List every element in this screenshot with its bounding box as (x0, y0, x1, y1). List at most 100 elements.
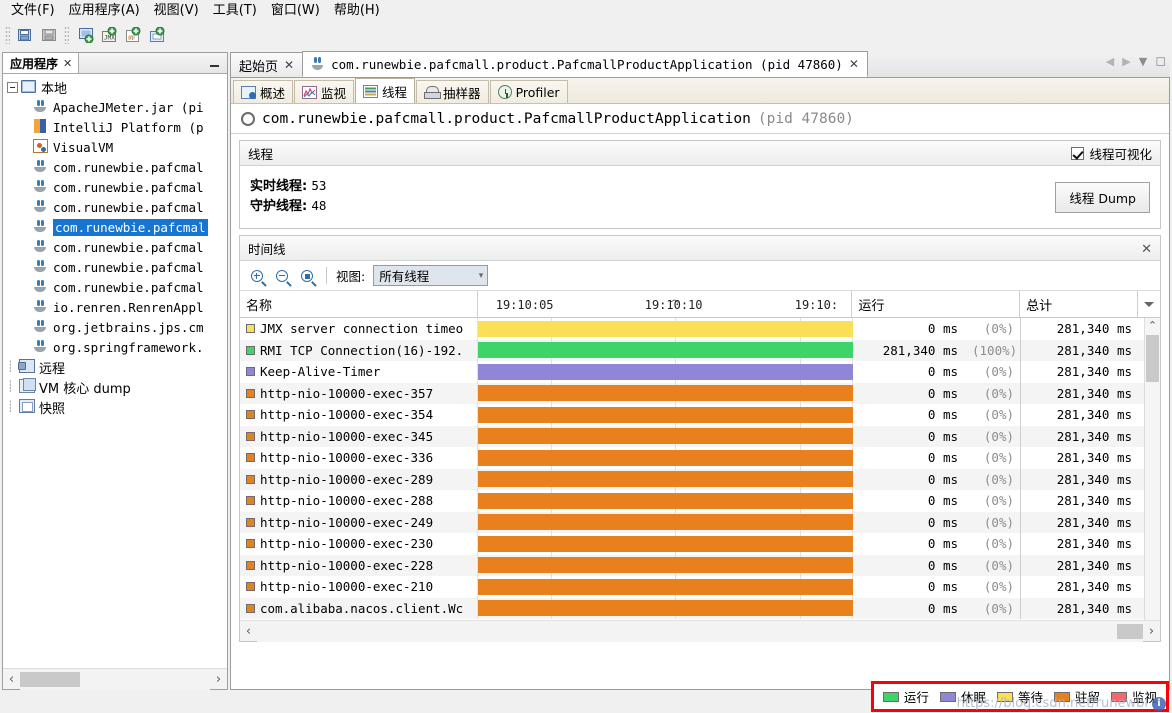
menu-applications[interactable]: 应用程序(A) (62, 1, 147, 21)
tree-item-2[interactable]: IntelliJ Platform (p (3, 117, 227, 137)
table-row[interactable]: com.alibaba.nacos.client.Wc 0 ms (0%) 281,3… (240, 597, 1144, 619)
tree-item-4[interactable]: com.runewbie.pafcmal (3, 157, 227, 177)
load-heap-dump-icon[interactable]: 01 (121, 24, 143, 46)
thread-timeline-cell[interactable] (478, 576, 853, 598)
toolbar-grip-2[interactable] (64, 26, 69, 44)
column-header-running[interactable]: 运行 (852, 291, 1021, 317)
thread-timeline-cell[interactable] (478, 447, 853, 469)
menu-file[interactable]: 文件(F) (4, 1, 62, 21)
zoom-in-icon[interactable] (246, 265, 267, 286)
tree-item-9[interactable]: com.runewbie.pafcmal (3, 257, 227, 277)
column-header-timeline[interactable]: 19:10:05 ︿ 19:10:10 19:10: (478, 291, 853, 317)
table-row[interactable]: http-nio-10000-exec-228 0 ms (0%) 281,340 m… (240, 554, 1144, 576)
running-time-value: 0 ms (927, 514, 958, 530)
subtab-overview[interactable]: 概述 (233, 80, 294, 103)
table-row[interactable]: JMX server connection timeo 0 ms (0%) 281,3… (240, 318, 1144, 340)
thread-timeline-cell[interactable] (478, 533, 853, 555)
timeline-scroll-track[interactable] (257, 620, 1143, 642)
toolbar-grip[interactable] (5, 26, 10, 44)
table-row[interactable]: RMI TCP Connection(16)-192. 281,340 ms (10… (240, 339, 1144, 361)
thread-timeline-cell[interactable] (478, 404, 853, 426)
table-row[interactable]: http-nio-10000-exec-289 0 ms (0%) 281,340 m… (240, 468, 1144, 490)
tree-item-5[interactable]: com.runewbie.pafcmal (3, 177, 227, 197)
table-row[interactable]: http-nio-10000-exec-345 0 ms (0%) 281,340 m… (240, 425, 1144, 447)
table-row[interactable]: http-nio-10000-exec-357 0 ms (0%) 281,340 m… (240, 382, 1144, 404)
tab-list-dropdown-icon[interactable]: ▼ (1139, 56, 1147, 67)
thread-timeline-cell[interactable] (478, 318, 853, 340)
chevron-down-icon: ▾ (478, 270, 484, 281)
menu-tools[interactable]: 工具(T) (206, 1, 264, 21)
add-jmx-connection-icon[interactable]: JMX (97, 24, 119, 46)
tab-applications[interactable]: 应用程序 ✕ (3, 53, 80, 73)
thread-dump-button[interactable]: 线程 Dump (1055, 182, 1150, 213)
save-file-icon[interactable] (38, 24, 60, 46)
open-file-icon[interactable] (14, 24, 36, 46)
scroll-up-icon[interactable]: ⌃ (1145, 318, 1160, 333)
table-row[interactable]: http-nio-10000-exec-249 0 ms (0%) 281,340 m… (240, 511, 1144, 533)
thread-timeline-cell[interactable] (478, 468, 853, 490)
scroll-right-icon[interactable]: › (1143, 624, 1160, 639)
thread-timeline-cell[interactable] (478, 339, 853, 361)
subtab-monitor[interactable]: 监视 (294, 80, 355, 103)
tree-item-14[interactable]: ┊ 远程 (3, 357, 227, 377)
subtab-profiler[interactable]: Profiler (489, 80, 568, 103)
tree-item-15[interactable]: ┊ VM 核心 dump (3, 377, 227, 397)
tree-item-10[interactable]: com.runewbie.pafcmal (3, 277, 227, 297)
tree-item-16[interactable]: ┊ 快照 (3, 397, 227, 417)
menu-window[interactable]: 窗口(W) (264, 1, 327, 21)
scroll-tabs-left-icon[interactable]: ◀ (1106, 56, 1114, 67)
add-snapshot-icon[interactable] (145, 24, 167, 46)
close-icon[interactable]: ✕ (1141, 242, 1152, 255)
tree-item-0[interactable]: 本地 (3, 77, 227, 97)
table-row[interactable]: Keep-Alive-Timer 0 ms (0%) 281,340 ms (240, 361, 1144, 383)
thread-timeline-bar (478, 535, 853, 552)
table-row[interactable]: http-nio-10000-exec-210 0 ms (0%) 281,340 m… (240, 576, 1144, 598)
running-time-cell: 0 ms (0%) (853, 597, 1021, 619)
timeline-scroll-thumb[interactable] (1117, 623, 1143, 639)
table-row[interactable]: http-nio-10000-exec-354 0 ms (0%) 281,340 m… (240, 404, 1144, 426)
tab-pafcmall-product-application[interactable]: com.runewbie.pafcmall.product.PafcmallPr… (302, 51, 868, 77)
close-icon[interactable]: ✕ (849, 57, 859, 71)
tree-expander-icon[interactable] (7, 81, 18, 93)
table-row[interactable]: http-nio-10000-exec-336 0 ms (0%) 281,340 m… (240, 447, 1144, 469)
thread-timeline-cell[interactable] (478, 511, 853, 533)
scroll-left-icon[interactable]: ‹ (240, 624, 257, 639)
thread-timeline-cell[interactable] (478, 490, 853, 512)
table-row[interactable]: http-nio-10000-exec-288 0 ms (0%) 281,340 m… (240, 490, 1144, 512)
zoom-fit-icon[interactable] (296, 265, 317, 286)
tree-item-7[interactable]: com.runewbie.pafcmal (3, 217, 227, 237)
thread-visualization-checkbox[interactable]: 线程可视化 (1071, 144, 1152, 163)
thread-timeline-cell[interactable] (478, 361, 853, 383)
view-select[interactable]: 所有线程 ▾ (373, 265, 489, 286)
thread-timeline-cell[interactable] (478, 554, 853, 576)
zoom-out-icon[interactable] (271, 265, 292, 286)
thread-timeline-cell[interactable] (478, 382, 853, 404)
close-icon[interactable]: ✕ (284, 58, 294, 72)
tree-item-1[interactable]: ApacheJMeter.jar (pi (3, 97, 227, 117)
maximize-window-icon[interactable]: ◻ (1155, 55, 1166, 68)
scroll-tabs-right-icon[interactable]: ▶ (1122, 56, 1130, 67)
timeline-horizontal-scrollbar[interactable]: ‹ › (240, 620, 1160, 642)
close-icon[interactable]: ✕ (63, 57, 72, 70)
thread-timeline-cell[interactable] (478, 597, 853, 619)
table-vertical-scrollbar[interactable]: ⌃ (1144, 318, 1160, 620)
vertical-scroll-thumb[interactable] (1146, 335, 1159, 382)
tree-item-11[interactable]: io.renren.RenrenAppl (3, 297, 227, 317)
tree-item-12[interactable]: org.jetbrains.jps.cm (3, 317, 227, 337)
tree-item-8[interactable]: com.runewbie.pafcmal (3, 237, 227, 257)
thread-timeline-cell[interactable] (478, 425, 853, 447)
add-remote-host-icon[interactable] (73, 24, 95, 46)
tree-item-6[interactable]: com.runewbie.pafcmal (3, 197, 227, 217)
tree-item-3[interactable]: VisualVM (3, 137, 227, 157)
column-header-total[interactable]: 总计 (1020, 291, 1138, 317)
menu-view[interactable]: 视图(V) (147, 1, 206, 21)
subtab-threads[interactable]: 线程 (355, 78, 416, 103)
tree-item-13[interactable]: org.springframework. (3, 337, 227, 357)
minimize-panel-button[interactable] (208, 57, 221, 70)
tab-start-page[interactable]: 起始页 ✕ (230, 52, 304, 77)
subtab-sampler[interactable]: 抽样器 (416, 80, 489, 103)
column-header-name[interactable]: 名称 (240, 291, 478, 317)
column-options-button[interactable] (1138, 291, 1160, 317)
menu-help[interactable]: 帮助(H) (327, 1, 387, 21)
table-row[interactable]: http-nio-10000-exec-230 0 ms (0%) 281,340 m… (240, 533, 1144, 555)
